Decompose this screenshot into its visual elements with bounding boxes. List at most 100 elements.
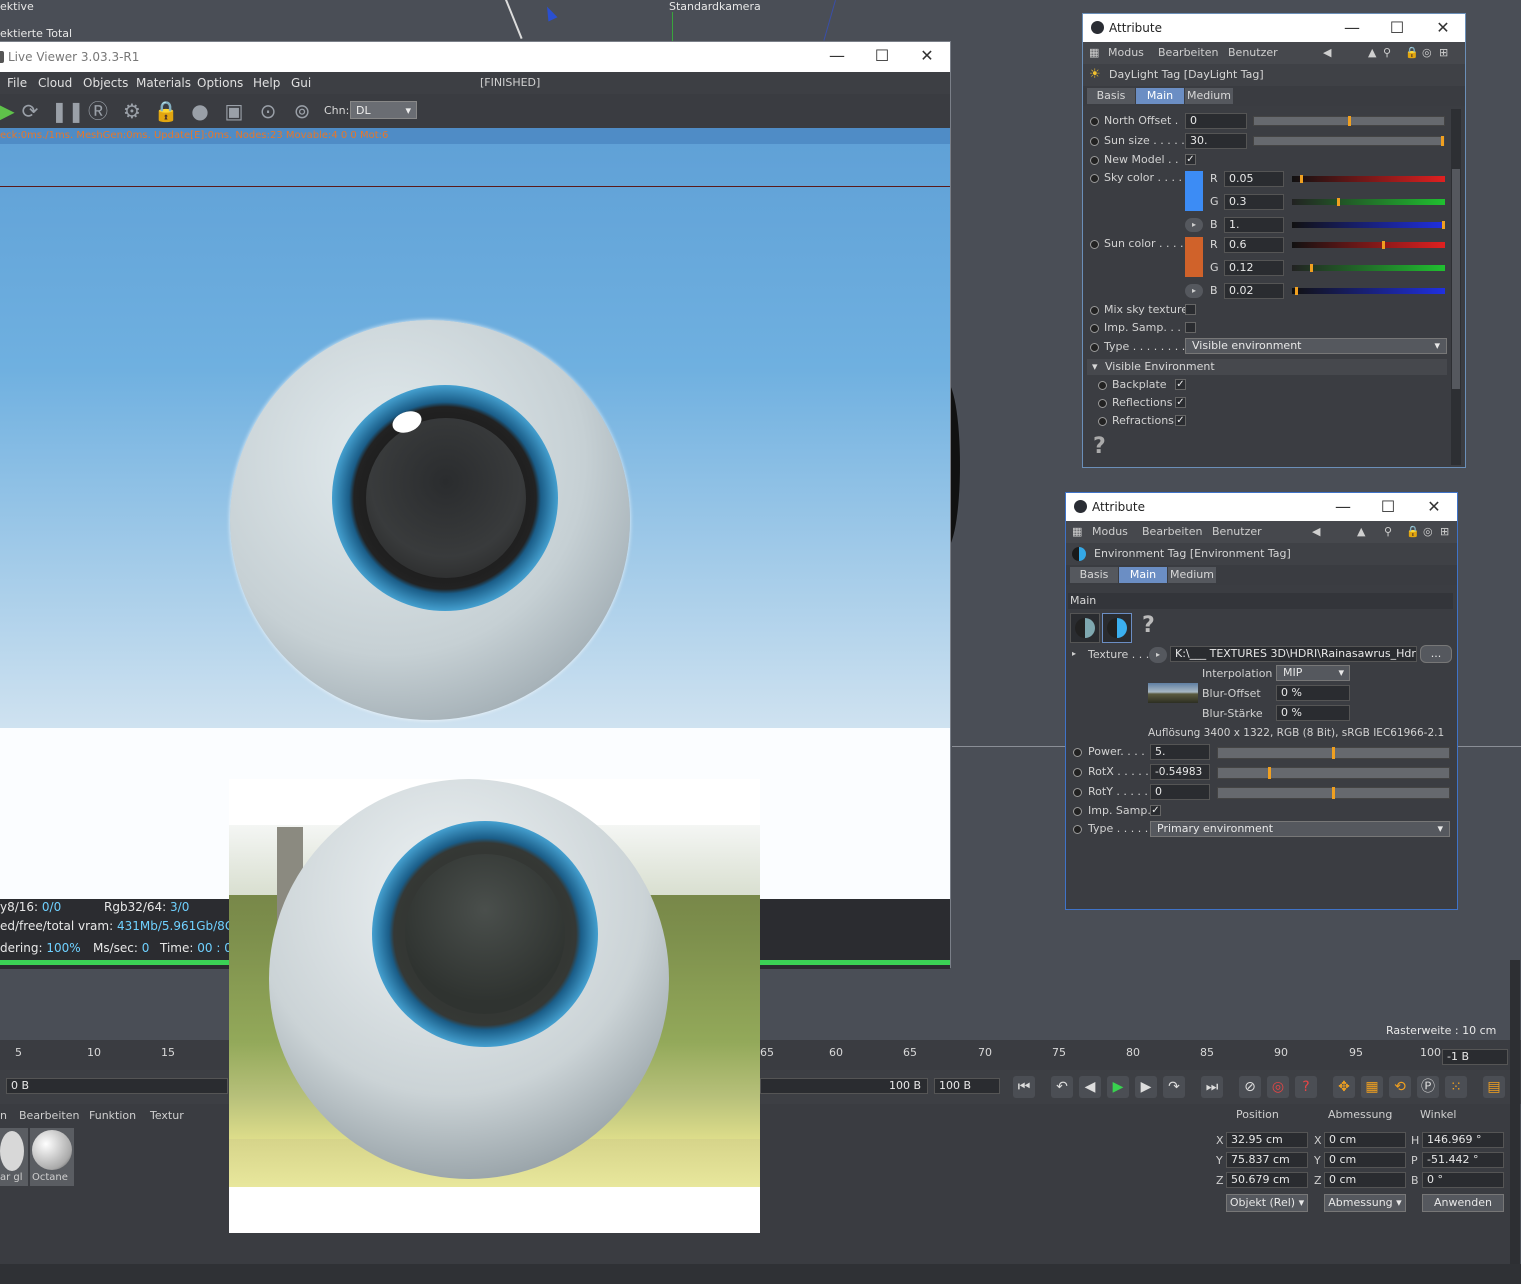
tab-medium[interactable]: Medium: [1185, 88, 1233, 104]
blur-offset-field[interactable]: 0 %: [1276, 685, 1350, 701]
region-render-icon[interactable]: Ⓡ: [85, 98, 111, 124]
position-y-field[interactable]: 75.837 cm: [1226, 1152, 1308, 1168]
size-mode-dropdown[interactable]: Abmessung ▾: [1324, 1194, 1406, 1212]
apply-button[interactable]: Anwenden: [1422, 1194, 1504, 1212]
type-dropdown[interactable]: Primary environment ▾: [1150, 821, 1450, 837]
tab-main[interactable]: Main: [1119, 567, 1167, 583]
backplate-checkbox[interactable]: ✓: [1175, 379, 1186, 390]
imp-samp-checkbox[interactable]: ✓: [1150, 805, 1161, 816]
slider-knob[interactable]: [1295, 287, 1298, 295]
scrollbar-thumb[interactable]: [1452, 169, 1460, 389]
power-field[interactable]: 5.: [1150, 744, 1210, 760]
record-icon[interactable]: ◎: [1267, 1076, 1289, 1098]
menu-gui[interactable]: Gui: [291, 76, 311, 90]
expand-texture-icon[interactable]: ▸: [1149, 647, 1167, 663]
scale-key-icon[interactable]: ▦: [1361, 1076, 1383, 1098]
position-x-field[interactable]: 32.95 cm: [1226, 1132, 1308, 1148]
new-window-icon[interactable]: ⊞: [1440, 525, 1449, 538]
rotx-field[interactable]: -0.54983: [1150, 764, 1210, 780]
animate-radio[interactable]: [1073, 807, 1082, 816]
animate-radio[interactable]: [1098, 417, 1107, 426]
slider-knob[interactable]: [1337, 198, 1340, 206]
imp-samp-checkbox[interactable]: [1185, 322, 1196, 333]
slider-knob[interactable]: [1310, 264, 1313, 272]
move-key-icon[interactable]: ✥: [1333, 1076, 1355, 1098]
live-viewer-titlebar[interactable]: Live Viewer 3.03.3-R1 — ☐ ✕: [0, 42, 950, 72]
lock-icon[interactable]: 🔒: [1405, 46, 1419, 59]
menu-cloud[interactable]: Cloud: [38, 76, 72, 90]
attribute-titlebar[interactable]: Attribute — ☐ ✕: [1083, 14, 1465, 42]
slider-knob[interactable]: [1332, 787, 1335, 799]
lock-icon[interactable]: 🔒: [153, 98, 179, 124]
prev-key-icon[interactable]: ↶: [1051, 1076, 1073, 1098]
animate-radio[interactable]: [1090, 324, 1099, 333]
attribute-window-environment[interactable]: Attribute — ☐ ✕ ▦ Modus Bearbeiten Benut…: [1065, 492, 1458, 910]
attribute-scrollbar[interactable]: [1451, 109, 1461, 465]
sun-b-field[interactable]: 0.02: [1224, 283, 1284, 299]
menu-objects[interactable]: Objects: [83, 76, 128, 90]
lock-icon[interactable]: 🔒: [1406, 525, 1420, 538]
animate-radio[interactable]: [1090, 343, 1099, 352]
slider-knob[interactable]: [1268, 767, 1271, 779]
next-key-icon[interactable]: ↷: [1163, 1076, 1185, 1098]
restart-icon[interactable]: ⟳: [17, 98, 43, 124]
right-edge-scrollbar[interactable]: [1510, 960, 1520, 1264]
sun-b-slider[interactable]: [1292, 287, 1445, 295]
expand-color-icon[interactable]: ▸: [1185, 284, 1203, 298]
animate-radio[interactable]: [1090, 174, 1099, 183]
material-slot[interactable]: Octane: [30, 1128, 74, 1186]
film-icon[interactable]: ▤: [1483, 1076, 1505, 1098]
minimize-button[interactable]: —: [1329, 14, 1375, 42]
menu-file[interactable]: File: [7, 76, 27, 90]
slider-knob[interactable]: [1300, 175, 1303, 183]
rotation-p-field[interactable]: -51.442 °: [1422, 1152, 1504, 1168]
collapse-triangle-icon[interactable]: ▾: [1092, 359, 1098, 375]
points-key-icon[interactable]: ⁙: [1445, 1076, 1467, 1098]
search-icon[interactable]: ⚲: [1384, 525, 1392, 538]
tab-medium[interactable]: Medium: [1168, 567, 1216, 583]
minimize-button[interactable]: —: [1320, 493, 1366, 521]
maximize-button[interactable]: ☐: [1365, 493, 1411, 521]
keyframe-icon[interactable]: ⊘: [1239, 1076, 1261, 1098]
target-icon[interactable]: ◎: [1423, 525, 1433, 538]
sky-color-swatch[interactable]: [1185, 171, 1203, 211]
slider-knob[interactable]: [1441, 136, 1444, 146]
material-sphere-icon[interactable]: ●: [187, 98, 213, 124]
refractions-checkbox[interactable]: ✓: [1175, 415, 1186, 426]
menu-help[interactable]: Help: [253, 76, 280, 90]
back-arrow-icon[interactable]: ◀: [1312, 525, 1320, 538]
new-model-checkbox[interactable]: ✓: [1185, 154, 1196, 165]
size-x-field[interactable]: 0 cm: [1324, 1132, 1406, 1148]
material-pick-icon[interactable]: ⊚: [289, 98, 315, 124]
slider-knob[interactable]: [1442, 221, 1445, 229]
hdri-thumbnail[interactable]: [1148, 683, 1198, 703]
sky-r-field[interactable]: 0.05: [1224, 171, 1284, 187]
sun-size-slider[interactable]: [1253, 136, 1445, 146]
menu-bearbeiten[interactable]: Bearbeiten: [1158, 46, 1218, 59]
animate-radio[interactable]: [1090, 306, 1099, 315]
env-type-button[interactable]: [1070, 613, 1100, 643]
auto-key-icon[interactable]: ?: [1295, 1076, 1317, 1098]
sky-g-slider[interactable]: [1292, 198, 1445, 206]
animate-radio[interactable]: [1073, 768, 1082, 777]
menu-benutzer[interactable]: Benutzer: [1228, 46, 1278, 59]
animate-radio[interactable]: [1073, 825, 1082, 834]
minimize-button[interactable]: —: [814, 42, 860, 72]
sky-r-slider[interactable]: [1292, 175, 1445, 183]
up-arrow-icon[interactable]: ▲: [1368, 46, 1376, 59]
power-slider[interactable]: [1217, 747, 1450, 759]
tab-basis[interactable]: Basis: [1070, 567, 1118, 583]
rotate-key-icon[interactable]: ⟲: [1389, 1076, 1411, 1098]
back-arrow-icon[interactable]: ◀: [1323, 46, 1331, 59]
attribute-titlebar[interactable]: Attribute — ☐ ✕: [1066, 493, 1457, 521]
animate-radio[interactable]: [1090, 117, 1099, 126]
menu-bearbeiten[interactable]: Bearbeiten: [19, 1109, 79, 1122]
goto-end-icon[interactable]: ⏭: [1201, 1076, 1223, 1098]
menu-funktion[interactable]: Funktion: [89, 1109, 136, 1122]
animate-radio[interactable]: [1073, 748, 1082, 757]
animate-radio[interactable]: [1090, 156, 1099, 165]
type-dropdown[interactable]: Visible environment ▾: [1185, 338, 1447, 354]
animate-radio[interactable]: [1073, 788, 1082, 797]
interpolation-dropdown[interactable]: MIP ▾: [1276, 665, 1350, 681]
tab-basis[interactable]: Basis: [1087, 88, 1135, 104]
